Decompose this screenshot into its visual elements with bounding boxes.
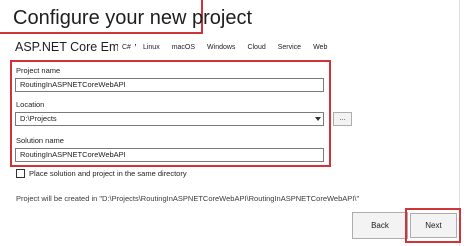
page-title: Configure your new project (13, 7, 253, 29)
project-name-label: Project name (16, 66, 61, 75)
project-name-input[interactable]: RoutingInASPNETCoreWebAPI (15, 78, 324, 92)
solution-name-label: Solution name (16, 136, 64, 145)
next-button[interactable]: Next (410, 213, 457, 238)
solution-name-value: RoutingInASPNETCoreWebAPI (20, 150, 126, 159)
project-path-info: Project will be created in "D:\Projects\… (16, 194, 360, 203)
location-label: Location (16, 100, 45, 109)
tag-web: Web (309, 40, 332, 56)
chevron-down-icon[interactable] (315, 117, 321, 121)
template-tags: C# Linux macOS Windows Cloud Service Web (118, 40, 332, 56)
solution-name-input[interactable]: RoutingInASPNETCoreWebAPI (15, 148, 324, 162)
same-directory-checkbox[interactable] (16, 169, 25, 178)
tag-cloud: Cloud (243, 40, 270, 56)
project-name-value: RoutingInASPNETCoreWebAPI (20, 80, 126, 89)
tag-csharp: C# (118, 40, 135, 56)
browse-button[interactable]: ... (333, 112, 352, 126)
tag-windows: Windows (203, 40, 240, 56)
location-select[interactable]: D:\Projects (15, 112, 324, 126)
location-value: D:\Projects (20, 114, 57, 123)
tag-macos: macOS (167, 40, 200, 56)
same-directory-label[interactable]: Place solution and project in the same d… (29, 169, 187, 178)
tag-linux: Linux (138, 40, 164, 56)
back-button[interactable]: Back (352, 212, 408, 239)
tag-service: Service (273, 40, 306, 56)
